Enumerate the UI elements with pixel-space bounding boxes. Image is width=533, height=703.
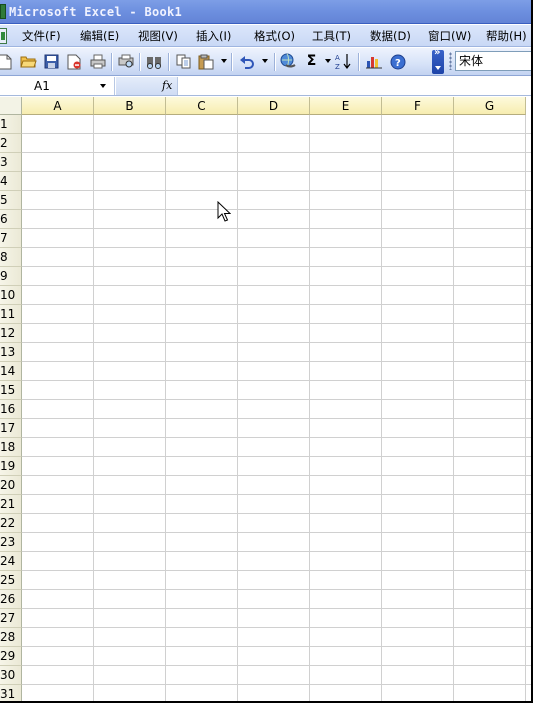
insert-function-icon[interactable]: fx	[162, 77, 172, 94]
select-all-corner[interactable]	[0, 97, 22, 115]
toolbar-separator	[139, 53, 140, 71]
print-preview-icon[interactable]	[117, 53, 134, 70]
row-header[interactable]: 1	[0, 115, 22, 134]
paste-dropdown-arrow[interactable]	[221, 59, 227, 63]
print-icon[interactable]	[89, 53, 106, 70]
font-name-box[interactable]: 宋体	[455, 51, 533, 71]
formula-input[interactable]	[179, 77, 533, 95]
menu-item[interactable]: 工具(T)	[312, 28, 351, 44]
menu-bar: 文件(F) 编辑(E) 视图(V) 插入(I) 格式(O) 工具(T) 数据(D) 窗口(W)…	[0, 25, 533, 47]
chart-wizard-icon[interactable]	[365, 53, 382, 70]
menu-item[interactable]: 插入(I)	[196, 28, 231, 44]
row-header[interactable]: 26	[0, 590, 22, 609]
row-header[interactable]: 15	[0, 381, 22, 400]
row-header[interactable]: 20	[0, 476, 22, 495]
workbook-icon[interactable]	[0, 28, 7, 44]
column-header[interactable]: B	[94, 97, 166, 115]
help-icon[interactable]: ?	[389, 53, 406, 70]
toolbar-separator	[111, 53, 112, 71]
autosum-dropdown-arrow[interactable]	[325, 59, 331, 63]
row-header[interactable]: 19	[0, 457, 22, 476]
row-header[interactable]: 9	[0, 267, 22, 286]
menu-item[interactable]: 视图(V)	[138, 28, 178, 44]
row-header[interactable]: 4	[0, 172, 22, 191]
permission-icon[interactable]	[66, 53, 83, 70]
row-header[interactable]: 12	[0, 324, 22, 343]
undo-icon[interactable]	[238, 53, 255, 70]
row-header[interactable]: 10	[0, 286, 22, 305]
row-header[interactable]: 28	[0, 628, 22, 647]
menu-item[interactable]: 数据(D)	[370, 28, 411, 44]
paste-icon[interactable]	[198, 53, 215, 70]
name-box-value: A1	[34, 79, 50, 93]
row-header[interactable]: 22	[0, 514, 22, 533]
mouse-cursor-icon	[217, 201, 231, 222]
row-header[interactable]: 27	[0, 609, 22, 628]
row-header[interactable]: 25	[0, 571, 22, 590]
row-header[interactable]: 3	[0, 153, 22, 172]
toolbar-separator	[231, 53, 232, 71]
row-header[interactable]: 14	[0, 362, 22, 381]
row-header[interactable]: 29	[0, 647, 22, 666]
row-header[interactable]: 16	[0, 400, 22, 419]
open-icon[interactable]	[20, 53, 37, 70]
window-title: Microsoft Excel - Book1	[9, 5, 183, 19]
menu-item[interactable]: 文件(F)	[22, 28, 61, 44]
toolbar-grip[interactable]	[449, 52, 452, 70]
excel-app-icon[interactable]	[0, 4, 6, 19]
row-headers: 1 2 3 4 5 6 7 8 9 10 11 12 13 14 15 16 17 18 19 20 21 22 23 24 2…	[0, 115, 22, 703]
row-header[interactable]: 11	[0, 305, 22, 324]
toolbar-options-chevron[interactable]	[432, 47, 444, 74]
menu-item[interactable]: 格式(O)	[254, 28, 295, 44]
toolbar-separator	[168, 53, 169, 71]
title-bar: Microsoft Excel - Book1	[0, 0, 533, 24]
row-header[interactable]: 7	[0, 229, 22, 248]
svg-text:Z: Z	[335, 63, 340, 70]
row-header[interactable]: 30	[0, 666, 22, 685]
row-header[interactable]: 18	[0, 438, 22, 457]
row-header[interactable]: 5	[0, 191, 22, 210]
research-icon[interactable]	[146, 53, 163, 70]
cell-grid[interactable]	[22, 115, 533, 703]
copy-icon[interactable]	[175, 53, 192, 70]
formula-bar: A1 fx	[0, 77, 533, 96]
hyperlink-icon[interactable]	[280, 53, 297, 70]
column-header[interactable]: E	[310, 97, 382, 115]
name-box-dropdown-arrow[interactable]	[100, 84, 106, 88]
standard-toolbar: Σ AZ ?	[0, 48, 533, 76]
column-header[interactable]: C	[166, 97, 238, 115]
autosum-icon[interactable]: Σ	[303, 53, 320, 70]
save-icon[interactable]	[43, 53, 60, 70]
sort-ascending-icon[interactable]: AZ	[335, 53, 352, 70]
menu-item[interactable]: 窗口(W)	[428, 28, 471, 44]
row-header[interactable]: 8	[0, 248, 22, 267]
column-header[interactable]: F	[382, 97, 454, 115]
column-header[interactable]: A	[22, 97, 94, 115]
insert-function-area: fx	[116, 77, 178, 95]
row-header[interactable]: 2	[0, 134, 22, 153]
svg-text:A: A	[335, 54, 340, 62]
row-header[interactable]: 6	[0, 210, 22, 229]
menu-item[interactable]: 帮助(H)	[486, 28, 527, 44]
row-header[interactable]: 17	[0, 419, 22, 438]
menu-item[interactable]: 编辑(E)	[80, 28, 119, 44]
column-header[interactable]: G	[454, 97, 526, 115]
row-header[interactable]: 13	[0, 343, 22, 362]
toolbar-separator	[274, 53, 275, 71]
row-header[interactable]: 21	[0, 495, 22, 514]
toolbar-separator	[358, 53, 359, 71]
name-box[interactable]: A1	[0, 77, 115, 95]
undo-dropdown-arrow[interactable]	[262, 59, 268, 63]
svg-text:?: ?	[395, 58, 401, 69]
new-icon[interactable]	[0, 53, 13, 70]
column-headers: ABCDEFG	[22, 97, 533, 115]
row-header[interactable]: 24	[0, 552, 22, 571]
column-header[interactable]: D	[238, 97, 310, 115]
row-header[interactable]: 23	[0, 533, 22, 552]
